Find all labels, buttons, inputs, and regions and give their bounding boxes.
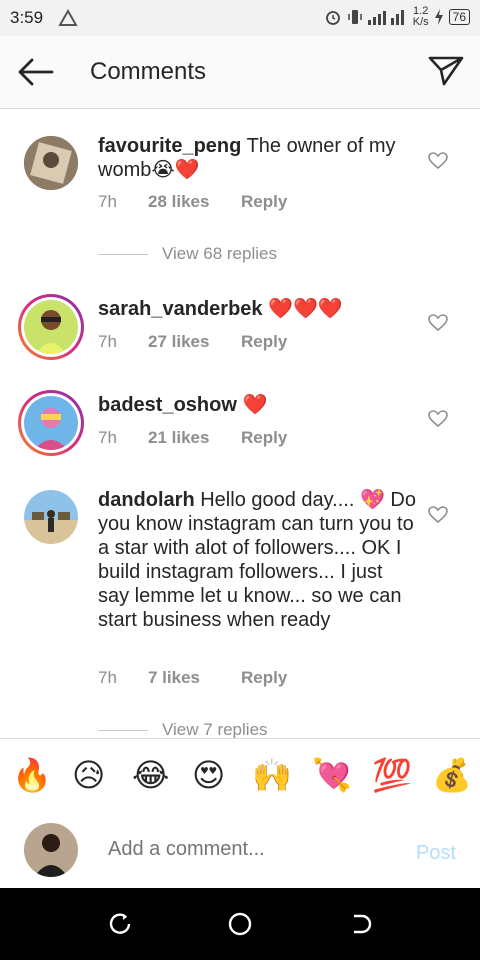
network-speed: 1.2 K/s (413, 6, 429, 28)
divider (98, 253, 148, 255)
avatar[interactable] (24, 490, 78, 544)
comment-likes[interactable]: 28 likes (148, 192, 241, 212)
comment-meta: 7h 21 likes Reply (98, 428, 287, 448)
back-arrow-icon[interactable] (16, 56, 56, 88)
direct-send-icon[interactable] (428, 54, 464, 88)
divider (98, 729, 148, 731)
reply-button[interactable]: Reply (241, 668, 287, 688)
comment-body: favourite_peng The owner of my womb😭❤️ (98, 134, 418, 182)
emoji-hundred[interactable]: 💯 (372, 755, 412, 795)
comment-username[interactable]: favourite_peng (98, 135, 241, 157)
comment-likes[interactable]: 27 likes (148, 332, 241, 352)
emoji-heart-arrow[interactable]: 💘 (312, 755, 352, 795)
back-icon[interactable] (348, 912, 372, 936)
battery-level: 76 (448, 9, 470, 25)
comment-likes[interactable]: 21 likes (148, 428, 241, 448)
comment-meta: 7h 27 likes Reply (98, 332, 287, 352)
emoji-quick-bar: 🔥 😥 😂 😍 🙌 💘 💯 💰 (0, 738, 480, 814)
status-bar: 3:59 1.2 K/s 76 (0, 0, 480, 36)
emoji-joy[interactable]: 😂 (132, 755, 169, 795)
comment-likes[interactable]: 7 likes (148, 668, 241, 688)
like-heart-icon[interactable] (428, 314, 448, 332)
speed-unit: K/s (412, 16, 429, 28)
comment-text: ❤️ (242, 394, 268, 416)
status-time: 3:59 (10, 8, 44, 27)
recent-apps-icon[interactable] (108, 912, 132, 936)
system-nav-bar (0, 888, 480, 960)
charging-icon (434, 9, 443, 25)
comment-body: dandolarh Hello good day.... 💖 Do you kn… (98, 488, 418, 632)
reply-button[interactable]: Reply (241, 428, 287, 448)
comment-input[interactable] (108, 838, 398, 861)
emoji-heart-eyes[interactable]: 😍 (192, 755, 225, 795)
view-replies[interactable]: View 7 replies (98, 720, 268, 738)
comment-username[interactable]: sarah_vanderbek (98, 298, 263, 320)
comment-username[interactable]: badest_oshow (98, 394, 237, 416)
page-title: Comments (90, 58, 207, 85)
vibrate-icon (347, 10, 362, 24)
comment-body: sarah_vanderbek ❤️❤️❤️ (98, 297, 418, 321)
avatar-story-ring[interactable] (18, 390, 84, 456)
emoji-raised-hands[interactable]: 🙌 (252, 755, 292, 795)
comment-body: badest_oshow ❤️ (98, 393, 418, 417)
alarm-icon (325, 11, 340, 25)
comments-list: favourite_peng The owner of my womb😭❤️ 7… (0, 108, 480, 738)
comment-time: 7h (98, 668, 117, 687)
warning-icon (58, 9, 78, 26)
status-icons: 1.2 K/s 76 (324, 6, 470, 28)
home-icon[interactable] (227, 911, 253, 937)
view-replies-label: View 7 replies (162, 720, 268, 738)
app-bar: Comments (0, 36, 480, 109)
avatar-story-ring[interactable] (18, 294, 84, 360)
comment-text: ❤️❤️❤️ (268, 298, 343, 320)
comment-meta: 7h 28 likes Reply (98, 192, 287, 212)
comment-meta: 7h 7 likes Reply (98, 668, 287, 688)
like-heart-icon[interactable] (428, 152, 448, 170)
comment-composer: Post (0, 812, 480, 888)
emoji-money-bag[interactable]: 💰 (432, 755, 472, 795)
signal-icon (367, 10, 404, 25)
emoji-fire[interactable]: 🔥 (12, 755, 52, 795)
view-replies[interactable]: View 68 replies (98, 244, 277, 264)
reply-button[interactable]: Reply (241, 192, 287, 212)
avatar[interactable] (24, 136, 78, 190)
view-replies-label: View 68 replies (162, 244, 277, 263)
reply-button[interactable]: Reply (241, 332, 287, 352)
like-heart-icon[interactable] (428, 410, 448, 428)
comment-time: 7h (98, 332, 117, 351)
my-avatar (24, 823, 78, 877)
like-heart-icon[interactable] (428, 506, 448, 524)
emoji-sad[interactable]: 😥 (72, 755, 105, 795)
comment-username[interactable]: dandolarh (98, 489, 195, 511)
comment-time: 7h (98, 428, 117, 447)
comment-time: 7h (98, 192, 117, 211)
post-button[interactable]: Post (416, 842, 456, 865)
